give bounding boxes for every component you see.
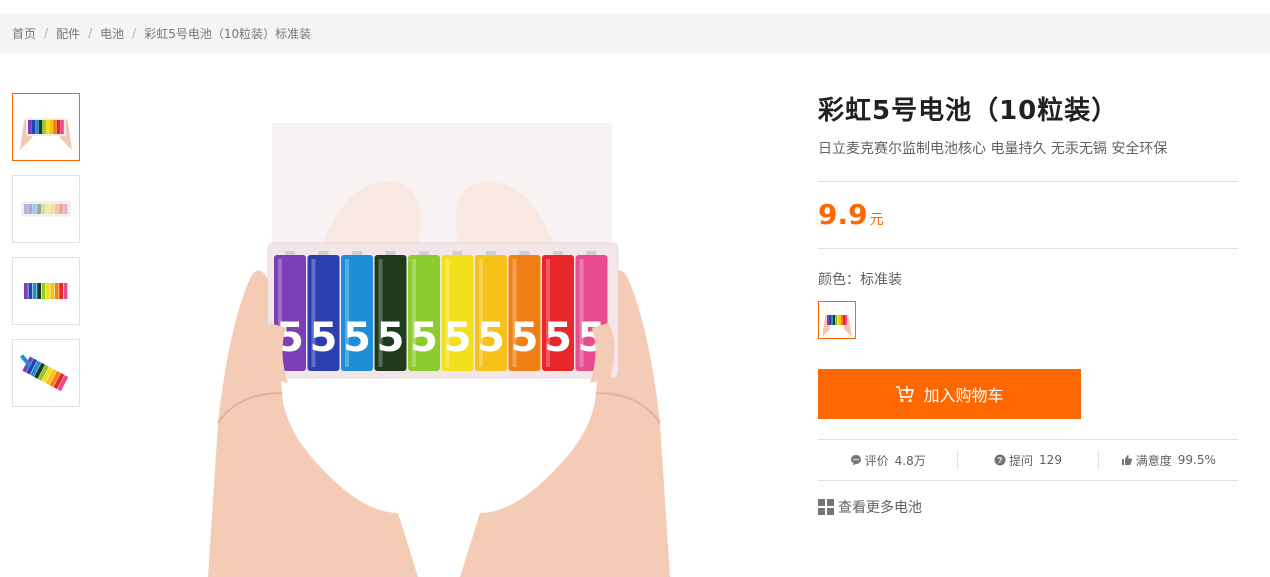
battery-number: 5 [377, 315, 405, 361]
stat-satisfaction-value: 99.5% [1177, 453, 1216, 467]
add-to-cart-label: 加入购物车 [923, 388, 1004, 405]
product-title: 彩虹5号电池（10粒装） [818, 96, 1119, 126]
stat-satisfaction[interactable]: 满意度 99.5% [1097, 450, 1238, 470]
thumbnail-batteries-angle[interactable] [12, 339, 80, 407]
swatch-thumbnail-image [822, 315, 852, 337]
price-value: 9.9 [818, 198, 868, 231]
stat-reviews-label: 评价 [864, 453, 889, 468]
more-batteries-link[interactable]: 查看更多电池 [818, 497, 1238, 517]
product-description: 日立麦克赛尔监制电池核心 电量持久 无汞无镉 安全环保 [818, 141, 1168, 157]
battery-number: 5 [310, 315, 338, 361]
batteries-row-thumbnail-image [24, 283, 68, 299]
battery-number: 5 [477, 315, 505, 361]
breadcrumb-current: 彩虹5号电池（10粒装）标准装 [144, 26, 312, 41]
stat-reviews-value: 4.8万 [894, 453, 926, 468]
grid-icon [818, 499, 834, 515]
divider [818, 248, 1238, 249]
stat-questions[interactable]: ? 提问 129 [957, 450, 1097, 470]
battery-number: 5 [410, 315, 438, 361]
breadcrumb: 首页 / 配件 / 电池 / 彩虹5号电池（10粒装）标准装 [0, 13, 1270, 53]
price-unit: 元 [869, 212, 884, 228]
breadcrumb-separator: / [88, 26, 93, 40]
stat-questions-label: 提问 [1009, 453, 1034, 468]
breadcrumb-separator: / [44, 26, 49, 40]
battery-number: 5 [343, 315, 371, 361]
battery-box-thumbnail-image [21, 201, 71, 217]
stat-satisfaction-label: 满意度 [1135, 453, 1172, 468]
cart-plus-icon [896, 386, 915, 403]
thumbnail-list [12, 93, 82, 421]
stat-reviews[interactable]: 评价 4.8万 [818, 450, 957, 470]
stat-questions-value: 129 [1039, 453, 1062, 467]
price: 9.9 元 [818, 198, 1238, 248]
color-label: 颜色：标准装 [818, 272, 902, 288]
battery-number: 5 [511, 315, 539, 361]
breadcrumb-separator: / [132, 26, 137, 40]
battery-number: 5 [444, 315, 472, 361]
batteries-angle-thumbnail-image [19, 354, 69, 392]
divider [818, 181, 1238, 182]
question-icon: ? [994, 454, 1006, 466]
color-option-standard[interactable] [818, 301, 856, 339]
more-batteries-label: 查看更多电池 [838, 500, 922, 516]
product-stats: 评价 4.8万 ? 提问 129 满意度 99.5% [818, 439, 1238, 481]
breadcrumb-accessories[interactable]: 配件 [56, 25, 80, 42]
thumbnail-hands[interactable] [12, 93, 80, 161]
thumbnail-batteries-row[interactable] [12, 257, 80, 325]
breadcrumb-home[interactable]: 首页 [12, 25, 36, 42]
product-photo: 5555555555 [208, 123, 670, 577]
main-product-image: 5555555555 [198, 93, 680, 577]
thumbs-up-icon [1121, 454, 1133, 466]
comment-icon [850, 454, 862, 466]
svg-text:?: ? [998, 456, 1003, 465]
add-to-cart-button[interactable]: 加入购物车 [818, 369, 1081, 419]
product-info: 彩虹5号电池（10粒装） 日立麦克赛尔监制电池核心 电量持久 无汞无镉 安全环保… [818, 93, 1238, 517]
battery-number: 5 [544, 315, 572, 361]
breadcrumb-batteries[interactable]: 电池 [100, 25, 124, 42]
hands-battery-thumbnail-image [20, 118, 72, 150]
thumbnail-box-front[interactable] [12, 175, 80, 243]
